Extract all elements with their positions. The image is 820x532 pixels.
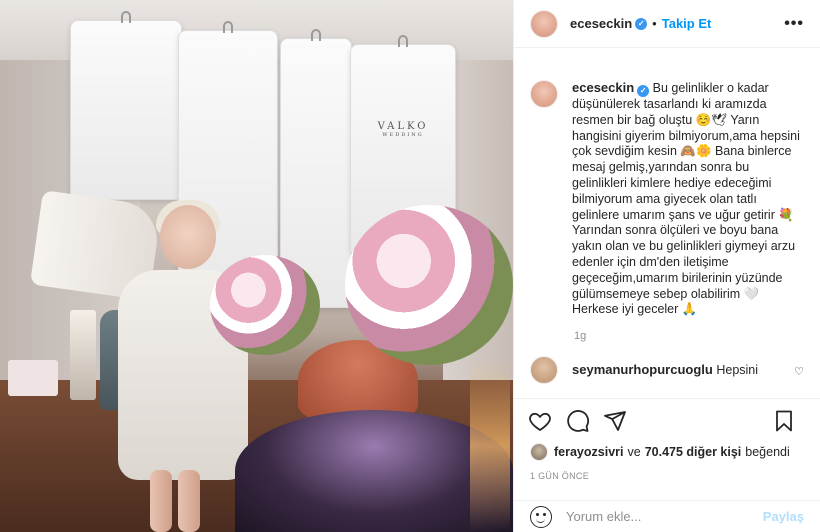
bookmark-icon[interactable] [772,409,796,433]
comment-body: Hepsini [716,363,759,378]
comments-list[interactable]: eceseckin ✓ Bu gelinlikler o kadar düşünü… [514,48,820,398]
follow-button[interactable]: Takip Et [662,16,712,31]
post-comment-button[interactable]: Paylaş [763,509,804,524]
avatar[interactable] [530,9,558,38]
comment-text: seymanurhopurcuoglu Hepsini [572,356,758,384]
caption-avatar[interactable] [530,80,558,108]
caption-body: Bu gelinlikler o kadar düşünülerek tasar… [572,81,800,317]
heart-icon[interactable] [528,409,552,433]
likes-count[interactable]: 70.475 diğer kişi [645,445,742,459]
likes-joiner: ve [627,445,641,459]
caption: eceseckin ✓ Bu gelinlikler o kadar düşünü… [530,62,804,318]
garment-bag-1 [70,11,182,200]
likes-summary: ferayozsivri ve 70.475 diğer kişi beğend… [514,442,820,462]
comment-input[interactable] [566,509,763,524]
likes-suffix: beğendi [745,445,790,459]
verified-icon: ✓ [635,17,648,30]
liker-username[interactable]: ferayozsivri [554,445,623,459]
post-date[interactable]: 1 GÜN ÖNCE [530,471,589,481]
caption-time[interactable]: 1g [574,330,804,342]
action-bar [514,398,820,444]
caption-text: eceseckin ✓ Bu gelinlikler o kadar düşünü… [572,62,804,318]
verified-icon: ✓ [637,85,650,97]
comment-avatar[interactable] [530,356,558,385]
photo-pink-box [8,360,58,396]
author-username[interactable]: eceseckin [570,16,632,31]
photo-light-glare [470,360,510,532]
photo-flower-arrangement [345,205,513,365]
share-icon[interactable] [603,409,627,433]
post-header: eceseckin ✓ • Takip Et ••• [514,0,820,48]
post-photo[interactable]: VALKO WEDDING [0,0,513,532]
emoji-icon[interactable] [530,505,552,528]
list-item: seymanurhopurcuoglu Hepsini ♡ [530,356,804,385]
caption-username[interactable]: eceseckin [572,80,634,95]
comment-username[interactable]: seymanurhopurcuoglu [572,362,713,377]
post-side-panel: eceseckin ✓ • Takip Et ••• eceseckin ✓ Bu… [513,0,820,532]
liker-avatar[interactable] [530,443,548,461]
header-separator: • [652,16,657,31]
comment-heart-icon[interactable]: ♡ [794,356,804,384]
photo-face [160,205,216,269]
more-icon[interactable]: ••• [784,15,804,33]
photo-leg-left [150,470,172,532]
comment-icon[interactable] [566,409,590,433]
photo-leg-right [178,470,200,532]
photo-lamp [70,310,96,400]
add-comment-bar: Paylaş [514,500,820,532]
garment-brand-logo: VALKO WEDDING [377,121,429,138]
photo-bouquet [210,255,320,355]
